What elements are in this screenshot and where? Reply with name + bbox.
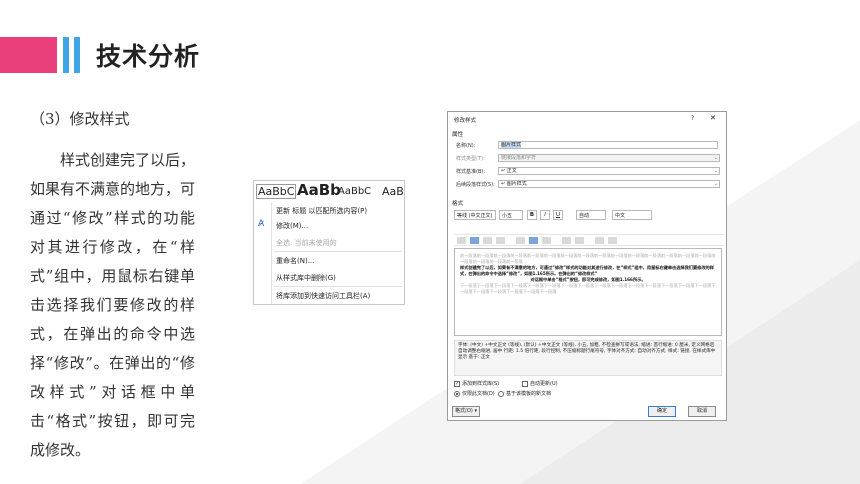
font-size-select[interactable]: 小五 [499,210,523,220]
menu-separator [274,286,402,287]
paragraph-toolbar [454,234,724,246]
align-left-icon[interactable] [457,237,466,244]
new-documents-radio[interactable]: 基于该模板的新文档 [498,390,551,397]
preview-next-paragraph: 下一段落下一段落下一段落下一段落下一段落下一段落下一段落下一段落下一段落下一段落… [460,283,716,294]
name-input[interactable]: 图片样式 [498,141,718,149]
modify-style-dialog: 修改样式 ? ✕ 属性 名称(N): 图片样式 样式类型(T): 链接段落和字符… [447,111,727,421]
radio-unselected-icon [498,390,504,397]
type-select: 链接段落和字符 ⌄ [498,154,720,162]
menu-item-modify[interactable]: 修改(M)... [276,221,308,231]
menu-item-remove-from-gallery[interactable]: 从样式库中删除(G) [276,273,336,283]
menu-item-select-all: 全选: 当前未使用的 [276,239,337,247]
page-title: 技术分析 [96,42,201,71]
bold-button[interactable]: B [527,210,537,220]
preview-previous-paragraph: 前一段落前一段落前一段落前一段落前一段落前一段落前一段落前一段落前一段落前一段落… [460,253,716,264]
unchecked-icon [522,380,528,387]
modify-icon: A̷ [258,219,265,229]
only-this-document-radio[interactable]: 仅限此文档(D) [454,390,495,397]
type-label: 样式类型(T): [456,156,485,162]
next-style-label: 后续段落样式(S): [456,182,495,188]
line-spacing-single-icon[interactable] [516,237,525,244]
space-after-icon[interactable] [575,237,584,244]
language-select[interactable]: 中文 [612,210,652,220]
menu-item-add-quick-access[interactable]: 将库添加到快速访问工具栏(A) [276,291,370,301]
justify-icon[interactable] [496,237,505,244]
ok-button[interactable]: 确定 [648,406,676,417]
close-button[interactable]: ✕ [710,114,716,122]
body-paragraph: 样式创建完了以后，如果有不满意的地方，可通过“修改”样式的功能对其进行修改，在“… [30,151,196,459]
help-button[interactable]: ? [691,115,694,122]
based-on-select[interactable]: ↵ 正文 ⌄ [498,167,720,175]
auto-update-checkbox[interactable]: 自动更新(U) [522,380,558,387]
based-on-label: 样式基准(B): [456,169,486,175]
style-sample[interactable]: AaBbC [338,186,371,197]
style-sample[interactable]: AaBb [297,181,341,199]
style-description: 字体: (中文) +中文正文 (等线), (默认) +中文正文 (等线), 小五… [454,340,722,376]
decrease-indent-icon[interactable] [595,237,604,244]
space-before-icon[interactable] [562,237,571,244]
style-sample[interactable]: AaB [382,185,404,198]
line-spacing-15-icon[interactable] [529,237,538,244]
section-subheading: （3）修改样式 [30,110,130,128]
name-label: 名称(N): [456,143,476,149]
menu-separator [274,251,402,252]
group-properties: 属性 [452,132,464,138]
style-gallery-strip: AaBbC AaBb AaBbC AaB [254,181,404,203]
header-blue-accent-1 [63,37,69,73]
dialog-title: 修改样式 [454,118,477,124]
style-sample[interactable]: AaBbC [256,184,297,199]
menu-item-rename[interactable]: 重命名(N)... [276,256,314,266]
underline-button[interactable]: U [553,210,563,220]
menu-item-update[interactable]: 更新 标题 以匹配所选内容(P) [276,206,367,216]
cancel-button[interactable]: 取消 [688,406,716,417]
align-right-icon[interactable] [483,237,492,244]
group-format: 格式 [452,201,464,207]
radio-selected-icon [454,390,460,397]
style-context-menu: AaBbC AaBb AaBbC AaB 更新 标题 以匹配所选内容(P) A̷… [253,180,405,305]
align-center-icon[interactable] [470,237,479,244]
add-to-gallery-checkbox[interactable]: ✓ 添加到样式库(S) [454,380,499,387]
font-color-select[interactable]: 自动 [576,210,606,220]
preview-sample-text: 样式创建完了以后，如果有不满意的地方，可通过“修改”样式的功能对其进行修改，在“… [460,265,714,276]
header-blue-accent-2 [74,37,80,73]
style-preview: 前一段落前一段落前一段落前一段落前一段落前一段落前一段落前一段落前一段落前一段落… [454,248,722,336]
line-spacing-double-icon[interactable] [542,237,551,244]
next-style-select[interactable]: ↵ 图片样式 ⌄ [498,180,720,188]
italic-button[interactable]: I [540,210,550,220]
increase-indent-icon[interactable] [608,237,617,244]
format-button[interactable]: 格式(O) ▾ [452,406,480,417]
header-pink-accent [0,37,57,73]
checked-icon: ✓ [454,380,460,387]
font-select[interactable]: 等线 (中文正文) [454,210,496,220]
